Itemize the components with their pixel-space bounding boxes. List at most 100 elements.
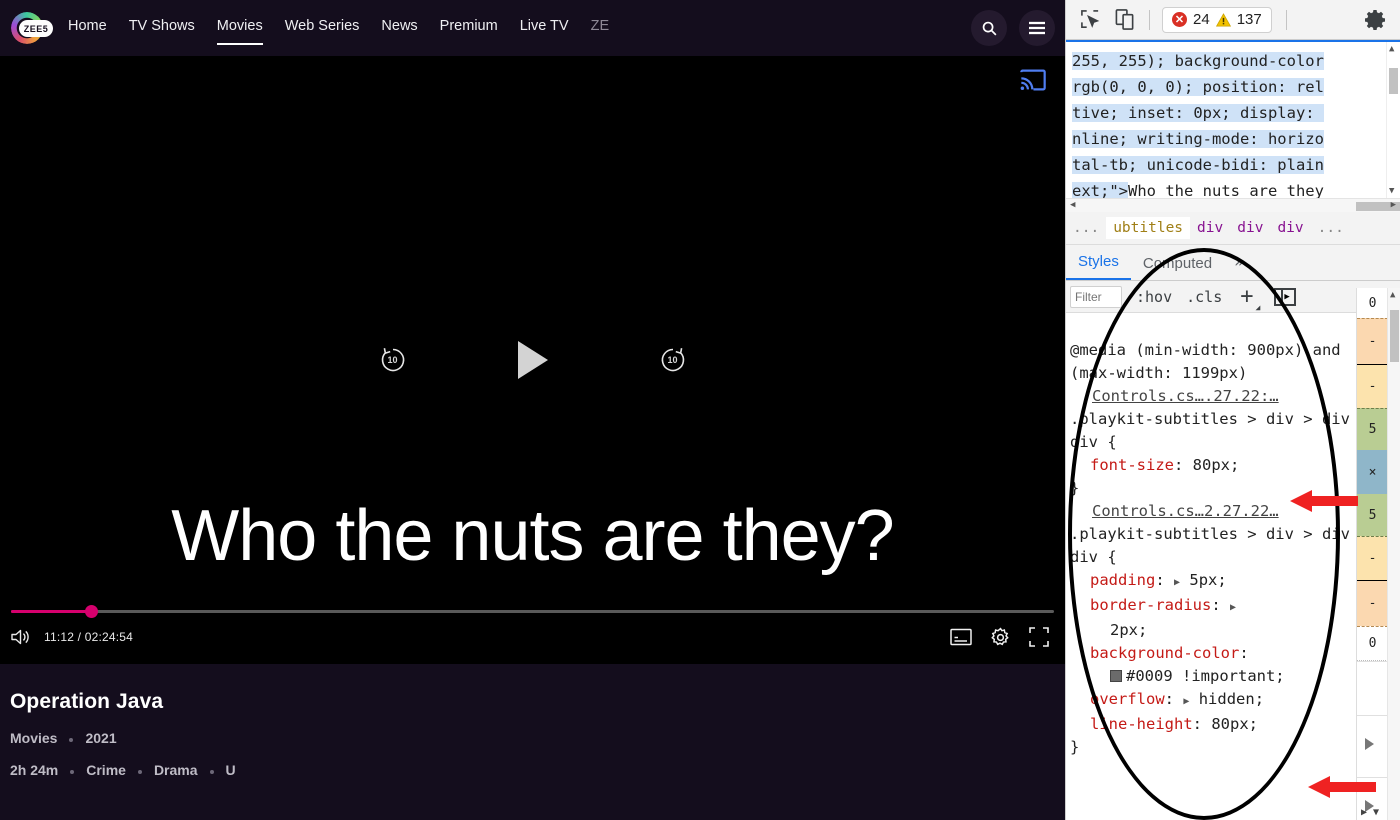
volume-on-icon[interactable] (10, 628, 30, 646)
box-model-padding-top[interactable]: - (1357, 364, 1388, 408)
site-navigation-bar: ZEE5 Home TV Shows Movies Web Series New… (0, 0, 1065, 56)
nav-item-tv-shows[interactable]: TV Shows (129, 19, 195, 37)
dom-line-4: nline; writing-mode: horizo (1072, 130, 1324, 148)
dom-scroll-thumb[interactable] (1389, 68, 1398, 94)
subtitle-text: Who the nuts are they? (171, 496, 894, 576)
breadcrumb-item-div-2[interactable]: div (1230, 217, 1270, 239)
nav-item-news[interactable]: News (381, 19, 417, 37)
rule-selector-1[interactable]: .playkit-subtitles > div > div > div { (1070, 410, 1378, 451)
hamburger-menu-icon[interactable] (1019, 10, 1055, 46)
fullscreen-icon[interactable] (1029, 627, 1049, 647)
meta-category: Movies (10, 730, 58, 746)
hov-button[interactable]: :hov (1136, 288, 1172, 306)
progress-bar-track[interactable] (11, 605, 1054, 618)
forward-seconds-label: 10 (667, 355, 678, 365)
box-model-margin-top[interactable]: 0 (1357, 288, 1388, 318)
metadata-row-category: Movies 2021 (10, 730, 1065, 746)
prop-overflow-name[interactable]: overflow (1090, 690, 1165, 708)
devtools-toolbar: ✕ 24 137 (1066, 0, 1400, 40)
meta-dot-separator (137, 769, 142, 774)
nav-item-live-tv[interactable]: Live TV (520, 19, 569, 37)
styles-filter-input[interactable] (1070, 285, 1122, 308)
box-model-border-bottom[interactable]: - (1357, 580, 1388, 626)
prop-font-size-value[interactable]: 80px; (1193, 456, 1240, 474)
rule-selector-2[interactable]: .playkit-subtitles > div > div > div { (1070, 525, 1378, 566)
prop-border-radius-name[interactable]: border-radius (1090, 596, 1211, 614)
scroll-up-arrow-icon[interactable]: ▲ (1390, 290, 1395, 300)
nav-item-premium[interactable]: Premium (440, 19, 498, 37)
chromecast-icon[interactable] (1019, 68, 1047, 97)
issue-counter[interactable]: ✕ 24 137 (1162, 6, 1272, 33)
rewind-seconds-label: 10 (387, 355, 398, 365)
meta-dot-separator (69, 737, 74, 742)
box-model-content-upper[interactable]: 5 (1357, 408, 1388, 450)
box-model-content-lower[interactable]: 5 (1357, 494, 1388, 536)
css-rules-pane[interactable]: @media (min-width: 900px) and (max-width… (1066, 313, 1400, 820)
new-rule-caret-icon[interactable]: ◢ (1256, 303, 1261, 312)
breadcrumb-item-div-1[interactable]: div (1190, 217, 1230, 239)
scroll-left-arrow-icon[interactable]: ◀ (1070, 200, 1075, 210)
box-model-margin-bottom[interactable]: 0 (1357, 626, 1388, 660)
nav-item-home[interactable]: Home (68, 19, 107, 37)
meta-year: 2021 (85, 730, 117, 746)
box-model-content[interactable]: × (1357, 450, 1388, 494)
closed-captions-icon[interactable] (950, 628, 972, 646)
computed-expand-icon[interactable] (1365, 738, 1374, 750)
computed-vertical-scrollbar[interactable]: ▲ (1387, 288, 1400, 820)
dom-vertical-scrollbar[interactable]: ▲ ▼ (1386, 42, 1399, 198)
dom-tree-pane[interactable]: 255, 255); background-color rgb(0, 0, 0)… (1066, 40, 1400, 212)
inspect-element-icon[interactable] (1080, 9, 1101, 30)
devtools-settings-gear-icon[interactable] (1364, 8, 1388, 36)
rule-source-link-1[interactable]: Controls.cs….27.22:… (1092, 385, 1279, 408)
scroll-up-arrow-icon[interactable]: ▲ (1389, 44, 1394, 54)
nav-item-web-series[interactable]: Web Series (285, 19, 360, 37)
search-icon[interactable] (971, 10, 1007, 46)
computed-scroll-thumb[interactable] (1390, 310, 1399, 362)
expand-triangle-icon[interactable]: ▶ (1230, 602, 1236, 613)
prop-font-size-name[interactable]: font-size (1090, 456, 1174, 474)
tabs-more-icon[interactable]: » (1224, 249, 1254, 280)
box-model-border-top[interactable]: - (1357, 318, 1388, 364)
color-swatch-icon[interactable] (1110, 670, 1122, 682)
prop-background-color-name[interactable]: background-color (1090, 644, 1239, 662)
rewind-10-button[interactable]: 10 (328, 343, 458, 377)
computed-scroll-arrows[interactable]: ▶ ▼ (1361, 807, 1379, 818)
forward-10-button[interactable]: 10 (608, 343, 738, 377)
player-control-bar: 11:12 / 02:24:54 (0, 596, 1065, 664)
prop-border-radius-value[interactable]: 2px; (1110, 621, 1147, 639)
dom-code-text[interactable]: 255, 255); background-color rgb(0, 0, 0)… (1066, 42, 1400, 204)
tab-computed[interactable]: Computed (1131, 250, 1224, 280)
tab-styles[interactable]: Styles (1066, 248, 1131, 280)
nav-item-movies[interactable]: Movies (216, 19, 263, 45)
prop-padding-value[interactable]: 5px; (1189, 571, 1226, 589)
styles-filter-row: :hov .cls + ◢ ▶ (1066, 281, 1400, 313)
scroll-down-arrow-icon[interactable]: ▼ (1389, 186, 1394, 196)
toolbar-divider (1285, 9, 1287, 30)
nav-item-zee-clipped[interactable]: ZE (591, 19, 610, 37)
scroll-right-arrow-icon[interactable]: ▶ (1391, 200, 1396, 210)
prop-line-height-value[interactable]: 80px; (1211, 715, 1258, 733)
error-count: 24 (1193, 11, 1210, 28)
new-style-rule-button[interactable]: + (1240, 285, 1253, 308)
border-top-value: - (1368, 334, 1377, 349)
box-model-padding-bottom[interactable]: - (1357, 536, 1388, 580)
breadcrumb-overflow-left[interactable]: ... (1066, 217, 1106, 239)
styles-sidebar-toggle-icon[interactable]: ▶ (1274, 287, 1297, 306)
rule-source-link-2[interactable]: Controls.cs…2.27.22… (1092, 500, 1279, 523)
cls-button[interactable]: .cls (1186, 288, 1222, 306)
player-settings-gear-icon[interactable] (990, 626, 1011, 648)
device-toolbar-icon[interactable] (1115, 9, 1135, 30)
zee5-logo[interactable]: ZEE5 (8, 11, 54, 45)
breadcrumb-overflow-right[interactable]: ... (1311, 217, 1351, 239)
prop-background-color-value[interactable]: #0009 !important; (1126, 667, 1285, 685)
breadcrumb-item-subtitles[interactable]: ubtitles (1106, 217, 1191, 239)
dom-horizontal-scrollbar[interactable]: ◀ ▶ (1066, 198, 1400, 212)
play-button[interactable] (458, 339, 608, 381)
prop-overflow-value[interactable]: hidden; (1199, 690, 1264, 708)
breadcrumb-item-div-3[interactable]: div (1270, 217, 1310, 239)
prop-line-height-name[interactable]: line-height (1090, 715, 1193, 733)
prop-padding-name[interactable]: padding (1090, 571, 1155, 589)
padding-top-value: - (1368, 379, 1377, 394)
progress-bar-handle[interactable] (85, 605, 99, 618)
video-player-surface[interactable]: 10 10 Who the nuts are they? (0, 56, 1065, 664)
